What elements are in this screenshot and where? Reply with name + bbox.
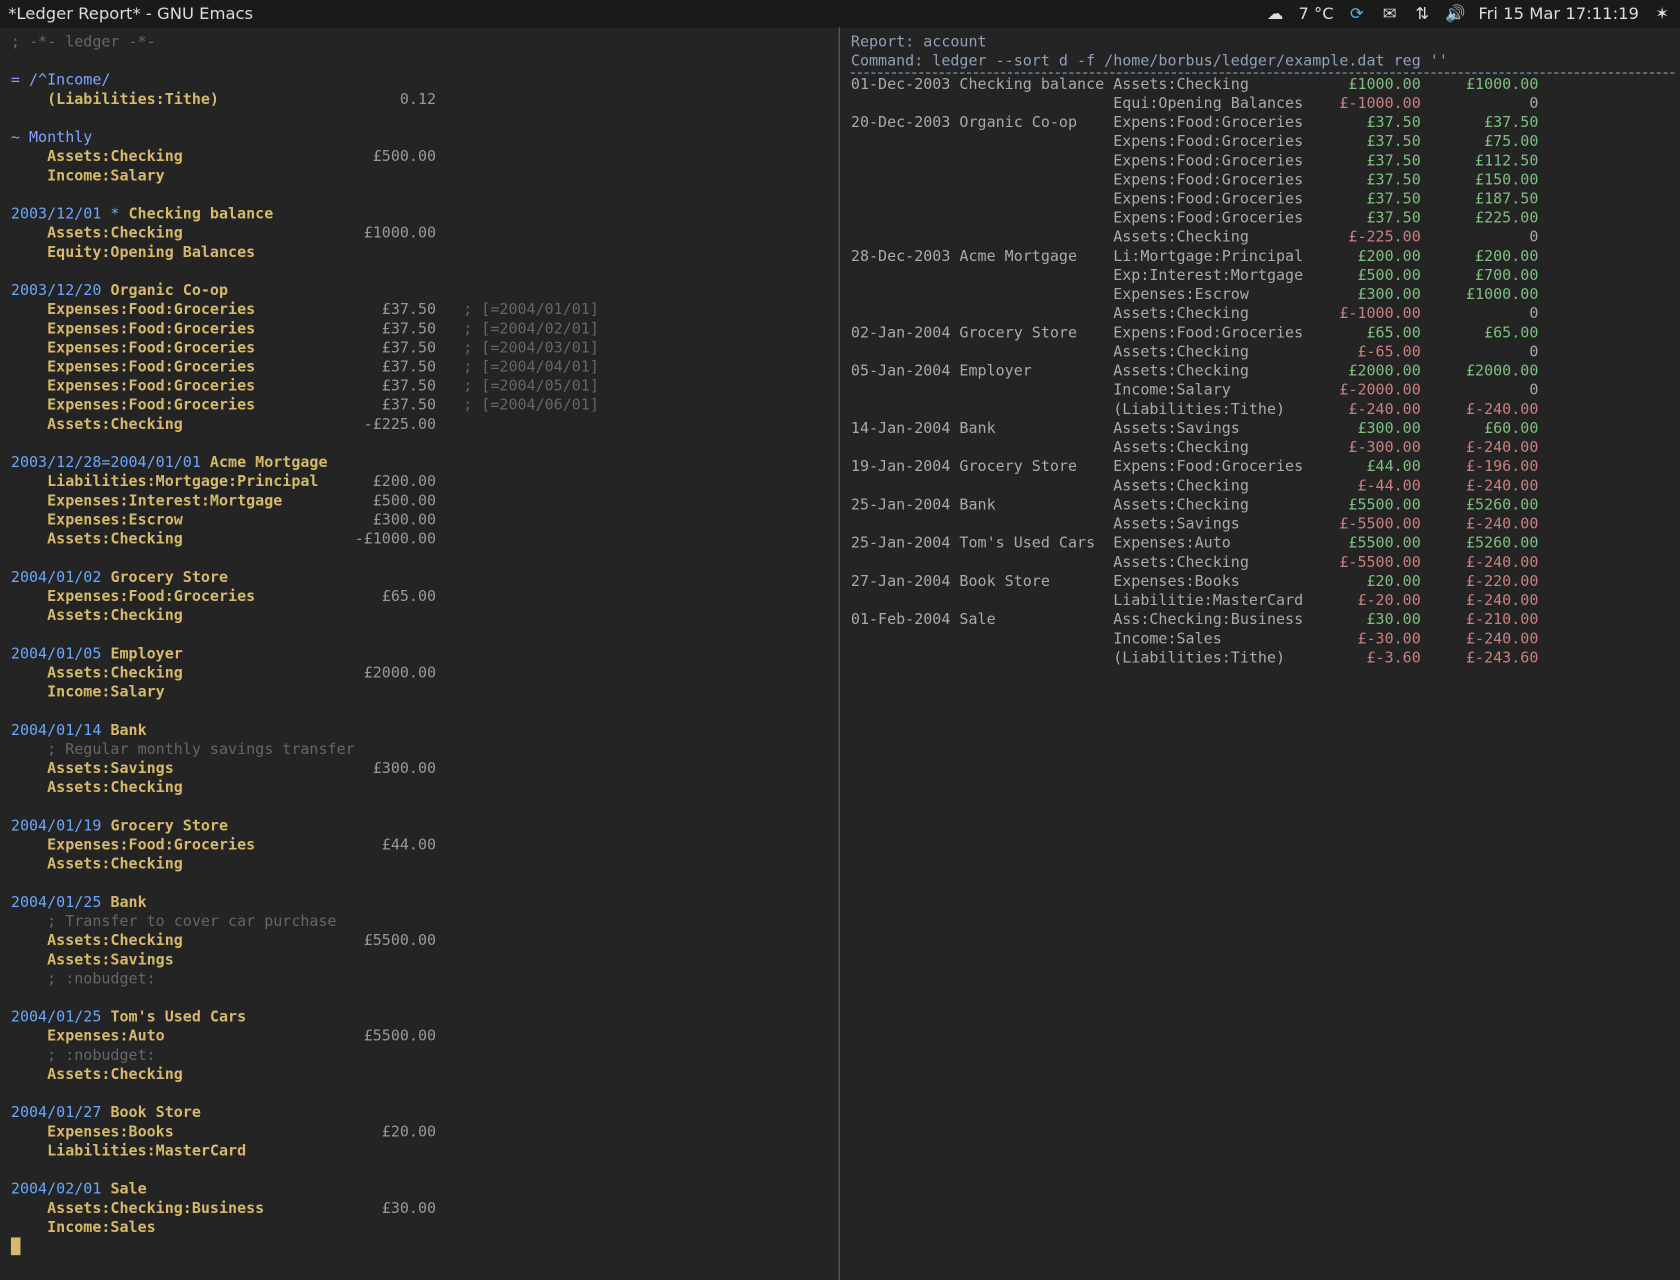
clock-text: Fri 15 Mar 17:11:19 (1478, 4, 1639, 23)
mail-icon[interactable]: ✉ (1380, 4, 1399, 23)
weather-icon: ☁ (1266, 4, 1285, 23)
right-window[interactable]: Report: account Command: ledger --sort d… (840, 27, 1680, 1280)
weather-text: 7 °C (1298, 4, 1333, 23)
refresh-icon[interactable]: ⟳ (1347, 4, 1366, 23)
left-window[interactable]: ; -*- ledger -*- = /^Income/ (Liabilitie… (0, 27, 840, 1280)
ledger-report-buffer[interactable]: Report: account Command: ledger --sort d… (840, 27, 1680, 668)
tray-area: ☁ 7 °C ⟳ ✉ ⇅ 🔊 Fri 15 Mar 17:11:19 ✶ (1266, 4, 1672, 23)
ledger-source-buffer[interactable]: ; -*- ledger -*- = /^Income/ (Liabilitie… (0, 27, 839, 1256)
settings-gear-icon[interactable]: ✶ (1653, 4, 1672, 23)
emacs-frame: ; -*- ledger -*- = /^Income/ (Liabilitie… (0, 27, 1680, 1280)
volume-icon[interactable]: 🔊 (1446, 4, 1465, 23)
window-title: *Ledger Report* - GNU Emacs (8, 4, 253, 23)
network-icon[interactable]: ⇅ (1413, 4, 1432, 23)
titlebar: *Ledger Report* - GNU Emacs ☁ 7 °C ⟳ ✉ ⇅… (0, 0, 1680, 27)
